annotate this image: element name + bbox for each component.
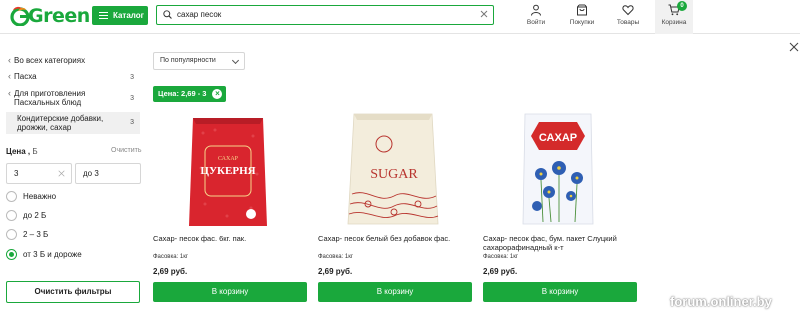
search-icon xyxy=(163,10,172,19)
catalog-button-label: Каталог xyxy=(113,11,144,20)
back-label: Во всех категориях xyxy=(14,56,86,65)
category-link: Кондитерские добавки, дрожжи, сахар xyxy=(17,114,122,132)
chevron-left-icon: ‹ xyxy=(8,55,11,65)
radio-button xyxy=(6,191,17,202)
price-title-text: Цена , xyxy=(6,147,31,156)
price-option-up-to-2[interactable]: до 2 Б xyxy=(6,210,46,221)
search-input[interactable] xyxy=(177,7,467,22)
price-to-value: до 3 xyxy=(83,169,99,178)
category-label: Кондитерские добавки, дрожжи, сахар xyxy=(17,114,104,132)
radio-button-selected xyxy=(6,249,17,260)
login-label: Войти xyxy=(526,19,546,26)
favorites-label: Товары xyxy=(616,19,640,26)
category-link: ‹ Для приготовления Пасхальных блюд xyxy=(8,88,118,108)
top-header: Green Каталог Войти Покупки xyxy=(0,0,800,34)
category-count: 3 xyxy=(130,95,134,102)
add-to-cart-button[interactable]: В корзину xyxy=(483,282,637,302)
price-option-from-3[interactable]: от 3 Б и дороже xyxy=(6,249,82,260)
active-filter-chip[interactable]: Цена: 2,69 - 3 × xyxy=(153,86,227,102)
package-text-main: ЦУКЕРНЯ xyxy=(200,165,255,177)
clear-price-icon[interactable] xyxy=(58,170,65,177)
price-option-any[interactable]: Неважно xyxy=(6,191,56,202)
bag-icon xyxy=(577,4,587,16)
back-to-all-categories[interactable]: ‹ Во всех категориях xyxy=(8,55,86,66)
forum-watermark: forum.onliner.by xyxy=(670,294,772,309)
category-label: Пасха xyxy=(14,72,37,81)
clear-filters-button[interactable]: Очистить фильтры xyxy=(6,281,140,303)
radio-button xyxy=(6,229,17,240)
add-to-cart-button[interactable]: В корзину xyxy=(318,282,472,302)
clear-search-icon[interactable] xyxy=(479,9,489,19)
price-to-field[interactable]: до 3 xyxy=(75,163,141,184)
category-item-easter-dishes[interactable]: ‹ Для приготовления Пасхальных блюд 3 xyxy=(6,88,140,110)
price-option-label: 2 – 3 Б xyxy=(23,230,49,239)
product-image-sugar-white[interactable]: SUGAR xyxy=(328,108,458,228)
product-name[interactable]: Сахар- песок фас. 6кг. пак. xyxy=(153,234,308,243)
logo-leaf-icon xyxy=(10,6,30,26)
category-item-pasha[interactable]: ‹ Пасха 3 xyxy=(6,70,140,84)
category-link: ‹ Пасха xyxy=(8,71,37,82)
price-option-label: до 2 Б xyxy=(23,211,47,220)
sort-selected-value: По популярности xyxy=(160,57,216,64)
product-pack-size: Фасовка: 1кг xyxy=(483,254,519,260)
package-text-main: САХАР xyxy=(539,132,577,144)
purchases-nav[interactable]: Покупки xyxy=(562,4,602,30)
product-name[interactable]: Сахар- песок фас, бум. пакет Слуцкий сах… xyxy=(483,234,638,252)
category-count: 3 xyxy=(130,119,134,126)
catalog-button[interactable]: Каталог xyxy=(92,6,148,25)
product-pack-size: Фасовка: 1кг xyxy=(318,254,354,260)
price-option-2-3[interactable]: 2 – 3 Б xyxy=(6,229,48,240)
logo-text: Green xyxy=(28,5,90,27)
product-pack-size: Фасовка: 1кг xyxy=(153,254,189,260)
price-currency: Б xyxy=(32,147,38,156)
price-from-value: 3 xyxy=(14,169,19,178)
cart-label: Корзина xyxy=(661,19,687,26)
product-card[interactable]: САХАР Сахар- песок фас, бум. пакет Слуцк… xyxy=(483,108,638,308)
product-card[interactable]: САХАР ЦУКЕРНЯ Сахар- песок фас. 6кг. пак… xyxy=(153,108,308,308)
cart-count-badge: 0 xyxy=(677,1,687,11)
package-text-top: САХАР xyxy=(218,156,239,162)
package-text-main: SUGAR xyxy=(370,167,418,182)
price-option-label: от 3 Б и дороже xyxy=(23,250,82,259)
product-price: 2,69 руб. xyxy=(483,267,518,276)
green-logo[interactable]: Green xyxy=(10,5,90,27)
price-filter-title: Цена , Б xyxy=(6,147,38,156)
add-to-cart-button[interactable]: В корзину xyxy=(153,282,307,302)
category-item-confectionery[interactable]: Кондитерские добавки, дрожжи, сахар 3 xyxy=(6,112,140,134)
radio-button xyxy=(6,210,17,221)
sort-dropdown[interactable]: По популярности xyxy=(153,52,245,70)
price-option-label: Неважно xyxy=(23,192,57,201)
cart-button[interactable]: 0 Корзина xyxy=(655,0,693,34)
login-nav[interactable]: Войти xyxy=(516,4,556,30)
price-from-field[interactable]: 3 xyxy=(6,163,72,184)
user-icon xyxy=(531,4,541,16)
chevron-down-icon xyxy=(231,56,240,65)
price-reset-link[interactable]: Очистить xyxy=(111,147,141,154)
chevron-left-icon: ‹ xyxy=(8,88,11,98)
filter-sidebar: ‹ Во всех категориях ‹ Пасха 3 ‹ Для при… xyxy=(0,34,148,323)
product-name[interactable]: Сахар- песок белый без добавок фас. xyxy=(318,234,473,243)
product-price: 2,69 руб. xyxy=(318,267,353,276)
category-label: Для приготовления Пасхальных блюд xyxy=(14,89,86,107)
search-box xyxy=(156,5,494,25)
purchases-label: Покупки xyxy=(569,19,595,26)
product-price: 2,69 руб. xyxy=(153,267,188,276)
product-card[interactable]: SUGAR Сахар- песок белый без добавок фас… xyxy=(318,108,473,308)
category-count: 3 xyxy=(130,74,134,81)
heart-icon xyxy=(622,5,634,16)
menu-icon xyxy=(99,12,108,19)
product-image-sugar-slutsk[interactable]: САХАР xyxy=(493,108,623,228)
close-icon[interactable] xyxy=(789,42,799,52)
remove-filter-icon[interactable]: × xyxy=(212,89,223,99)
product-image-sugar-tsukernya[interactable]: САХАР ЦУКЕРНЯ xyxy=(163,108,293,228)
active-filter-label: Цена: 2,69 - 3 xyxy=(158,89,207,98)
chevron-left-icon: ‹ xyxy=(8,71,11,81)
favorites-nav[interactable]: Товары xyxy=(608,4,648,30)
